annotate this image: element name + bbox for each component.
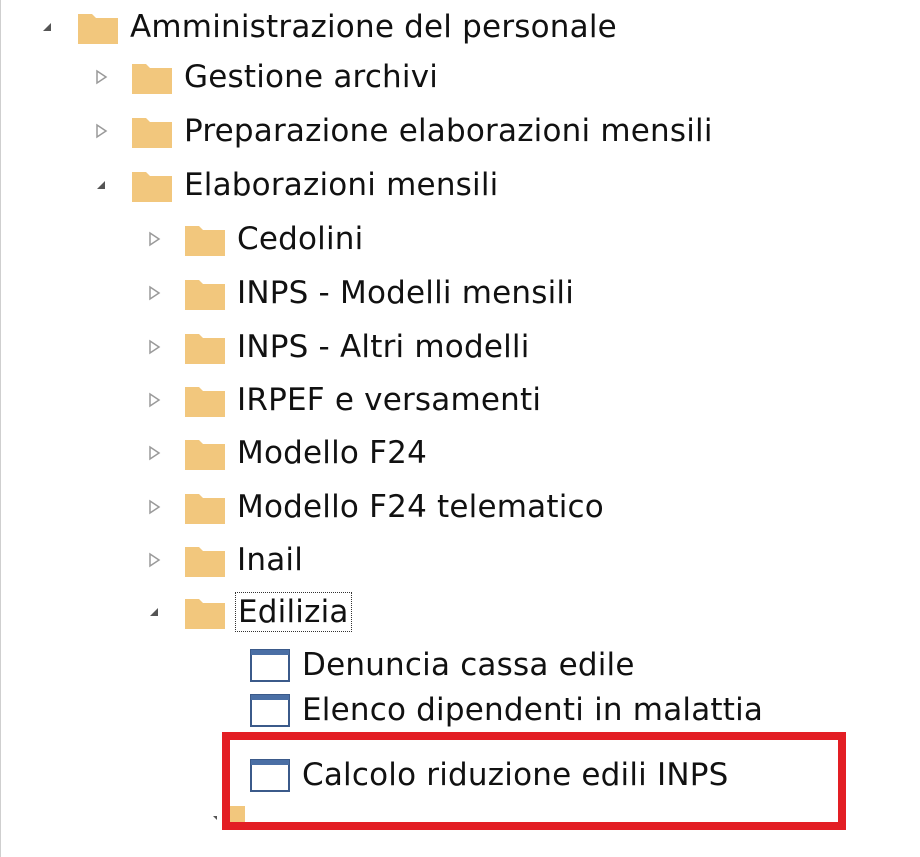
tree-leaf-elenco-dipendenti-in-malattia[interactable]: Elenco dipendenti in malattia	[250, 690, 763, 730]
tree-node-label: IRPEF e versamenti	[237, 381, 542, 418]
folder-icon	[185, 436, 225, 470]
collapsed-arrow-icon[interactable]	[92, 121, 110, 141]
folder-icon	[185, 543, 225, 577]
collapsed-arrow-icon[interactable]	[145, 443, 163, 463]
tree-node-label: Elenco dipendenti in malattia	[302, 692, 764, 728]
folder-icon	[185, 490, 225, 524]
tree-node-inail[interactable]: Inail	[145, 533, 303, 586]
collapsed-arrow-icon[interactable]	[145, 550, 163, 570]
expanded-arrow-icon[interactable]	[145, 602, 163, 622]
navigation-tree: Amministrazione del personale Gestione a…	[0, 0, 920, 857]
tree-node-inps-altri-modelli[interactable]: INPS - Altri modelli	[145, 320, 530, 373]
folder-icon	[185, 330, 225, 364]
tree-node-label: Gestione archivi	[184, 58, 439, 95]
tree-node-edilizia[interactable]: Edilizia	[145, 585, 352, 638]
expanded-arrow-icon[interactable]	[92, 175, 110, 195]
collapsed-arrow-icon[interactable]	[145, 390, 163, 410]
tree-node-cedolini[interactable]: Cedolini	[145, 212, 363, 265]
tree-node-label: INPS - Altri modelli	[237, 328, 530, 365]
tree-node-label: Amministrazione del personale	[130, 8, 617, 45]
folder-icon	[185, 595, 225, 629]
folder-icon	[78, 10, 118, 44]
tree-node-inps-modelli-mensili[interactable]: INPS - Modelli mensili	[145, 266, 574, 319]
tree-node-gestione-archivi[interactable]: Gestione archivi	[92, 50, 438, 103]
collapsed-arrow-icon[interactable]	[92, 67, 110, 87]
tree-leaf-denuncia-cassa-edile[interactable]: Denuncia cassa edile	[250, 638, 635, 691]
folder-icon	[132, 60, 172, 94]
tree-node-preparazione-elaborazioni-mensili[interactable]: Preparazione elaborazioni mensili	[92, 104, 713, 157]
collapsed-arrow-icon[interactable]	[145, 337, 163, 357]
tree-node-modello-f24[interactable]: Modello F24	[145, 426, 427, 479]
tree-node-root[interactable]: Amministrazione del personale	[38, 0, 617, 53]
tree-node-label: Elaborazioni mensili	[184, 166, 499, 203]
tree-node-elaborazioni-mensili[interactable]: Elaborazioni mensili	[92, 158, 498, 211]
tree-node-label: Edilizia	[235, 591, 352, 632]
folder-icon	[132, 114, 172, 148]
tree-node-irpef-e-versamenti[interactable]: IRPEF e versamenti	[145, 373, 541, 426]
collapsed-arrow-icon[interactable]	[145, 283, 163, 303]
window-document-icon	[250, 693, 290, 727]
tree-node-label: Modello F24	[237, 434, 427, 471]
expanded-arrow-icon[interactable]	[38, 17, 56, 37]
tree-node-label: Cedolini	[237, 220, 364, 257]
collapsed-arrow-icon[interactable]	[145, 229, 163, 249]
collapsed-arrow-icon[interactable]	[145, 497, 163, 517]
folder-icon	[185, 383, 225, 417]
tree-node-label: Inail	[237, 541, 304, 578]
window-document-icon	[250, 648, 290, 682]
highlight-annotation-box	[222, 732, 846, 830]
tree-node-label: INPS - Modelli mensili	[237, 274, 575, 311]
folder-icon	[132, 168, 172, 202]
tree-node-label: Preparazione elaborazioni mensili	[184, 112, 713, 149]
tree-node-modello-f24-telematico[interactable]: Modello F24 telematico	[145, 480, 604, 533]
tree-node-label: Modello F24 telematico	[237, 488, 604, 525]
tree-node-label: Denuncia cassa edile	[302, 646, 635, 683]
folder-icon	[185, 222, 225, 256]
folder-icon	[185, 276, 225, 310]
